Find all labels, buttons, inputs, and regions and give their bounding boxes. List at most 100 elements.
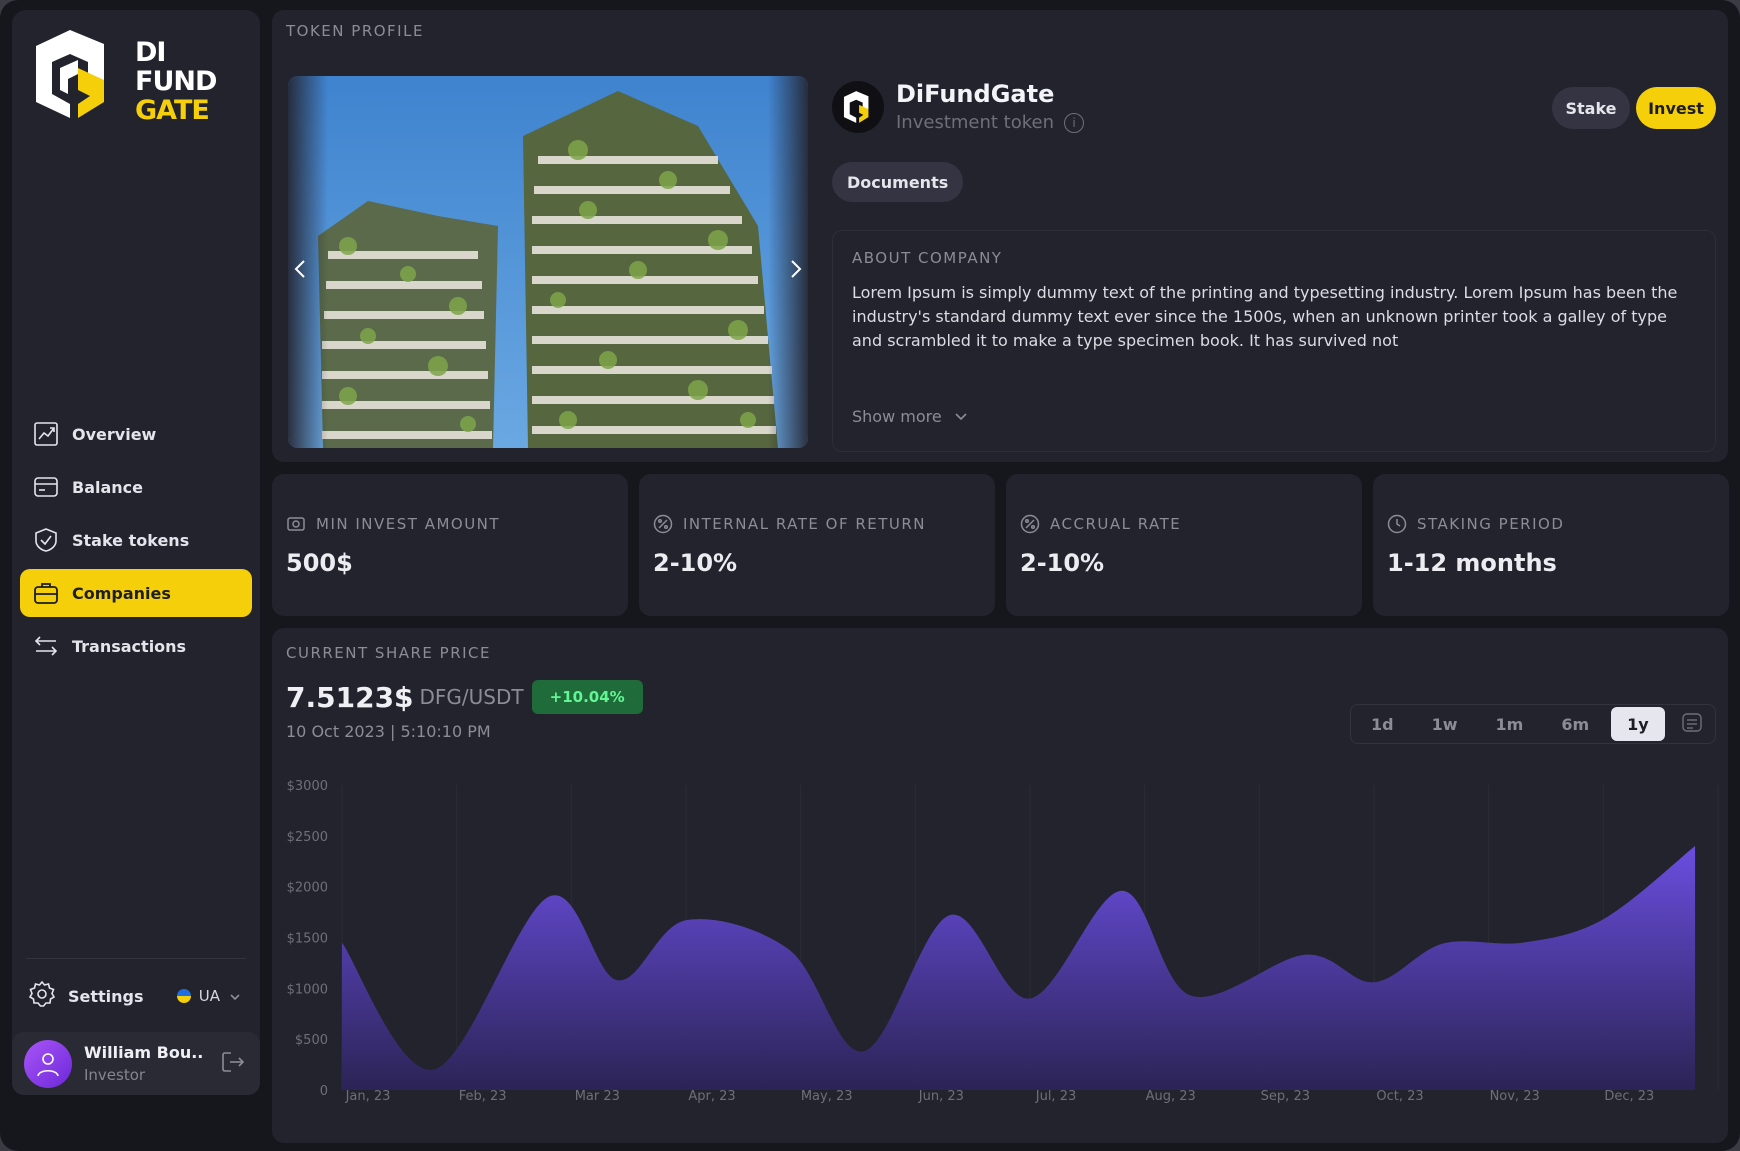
stat-label-row: STAKING PERIOD <box>1387 514 1564 534</box>
stat-label-row: ACCRUAL RATE <box>1020 514 1181 534</box>
price-area-series <box>342 846 1696 1090</box>
x-tick-label: Mar 23 <box>575 1089 620 1104</box>
company-photo <box>288 76 808 448</box>
section-label: TOKEN PROFILE <box>286 22 424 40</box>
settings-row: Settings UA <box>28 976 248 1016</box>
y-tick-label: $1500 <box>287 932 328 947</box>
token-logo <box>832 80 884 133</box>
about-company-card: ABOUT COMPANY Lorem Ipsum is simply dumm… <box>832 230 1716 452</box>
logout-icon[interactable] <box>220 1049 246 1079</box>
token-subtitle-row: Investment token i <box>896 112 1085 133</box>
token-subtitle: Investment token <box>896 112 1055 133</box>
x-tick-label: Sep, 23 <box>1261 1089 1310 1104</box>
ukraine-flag-icon <box>176 989 191 1003</box>
stat-value: 1-12 months <box>1387 549 1557 577</box>
documents-button[interactable]: Documents <box>832 162 964 202</box>
sidebar-divider <box>26 958 246 959</box>
chevron-down-icon <box>230 987 240 1005</box>
stat-card-irr: INTERNAL RATE OF RETURN 2-10% <box>639 474 995 616</box>
sidebar-item-overview[interactable]: Overview <box>20 410 252 458</box>
sidebar-item-transactions[interactable]: Transactions <box>20 622 252 670</box>
y-tick-label: 0 <box>320 1084 328 1099</box>
calendar-icon[interactable] <box>1681 711 1703 737</box>
range-1y-button[interactable]: 1y <box>1611 707 1665 741</box>
user-name: William Bou.. <box>84 1043 204 1062</box>
price-timestamp: 10 Oct 2023 | 5:10:10 PM <box>286 722 491 741</box>
stat-card-staking-period: STAKING PERIOD 1-12 months <box>1373 474 1729 616</box>
y-tick-label: $2000 <box>287 881 328 896</box>
range-1w-button[interactable]: 1w <box>1416 707 1474 741</box>
token-profile-panel: TOKEN PROFILE DiFundGate Investment toke… <box>272 10 1728 462</box>
logo-line-3: GATE <box>135 95 210 126</box>
stake-button[interactable]: Stake <box>1552 87 1630 129</box>
shield-check-icon <box>32 526 60 554</box>
y-tick-label: $1000 <box>287 982 328 997</box>
y-tick-label: $3000 <box>287 779 328 794</box>
stat-value: 500$ <box>286 549 353 577</box>
language-selector[interactable]: UA <box>176 987 240 1005</box>
sidebar-item-balance[interactable]: Balance <box>20 463 252 511</box>
briefcase-icon <box>32 579 60 607</box>
x-tick-label: Jul, 23 <box>1035 1089 1077 1104</box>
x-tick-label: Aug, 23 <box>1146 1089 1196 1104</box>
chevron-down-icon <box>955 412 967 420</box>
brand-logo[interactable]: DI FUND GATE <box>30 24 220 134</box>
language-code: UA <box>198 987 220 1005</box>
sidebar-item-label: Stake tokens <box>72 530 190 550</box>
sidebar-item-stake-tokens[interactable]: Stake tokens <box>20 516 252 564</box>
percent-icon <box>653 514 673 534</box>
user-info: William Bou.. Investor <box>84 1043 220 1084</box>
token-titles: DiFundGate Investment token i <box>896 80 1085 133</box>
avatar[interactable] <box>24 1039 72 1088</box>
price-change-badge: +10.04% <box>531 680 643 714</box>
logo-line-1: DI <box>135 37 166 68</box>
section-label: CURRENT SHARE PRICE <box>286 644 491 662</box>
user-role: Investor <box>84 1066 146 1084</box>
show-more-label: Show more <box>852 407 942 426</box>
stat-label-row: INTERNAL RATE OF RETURN <box>653 514 926 534</box>
sidebar: DI FUND GATE Overview Balance Stake toke… <box>12 10 260 1095</box>
show-more-button[interactable]: Show more <box>852 407 968 426</box>
share-price-panel: $3000 $2500 $2000 $1500 $1000 $500 0 Jan, 23 Fe… <box>272 628 1728 1143</box>
price-pair: DFG/USDT <box>419 685 524 709</box>
percent-icon <box>1020 514 1040 534</box>
user-icon <box>37 1052 59 1076</box>
sidebar-nav: Overview Balance Stake tokens Companies <box>20 410 252 675</box>
logo-wordmark: DI FUND GATE <box>135 37 217 126</box>
x-tick-label: Oct, 23 <box>1376 1089 1423 1104</box>
y-tick-label: $500 <box>295 1033 328 1048</box>
swap-arrows-icon <box>32 632 60 660</box>
token-header: DiFundGate Investment token i <box>832 80 1085 133</box>
user-card[interactable]: William Bou.. Investor <box>12 1032 260 1095</box>
x-tick-label: Nov, 23 <box>1490 1089 1540 1104</box>
stat-label: ACCRUAL RATE <box>1050 515 1182 533</box>
time-range-selector: 1d 1w 1m 6m 1y <box>1350 704 1716 744</box>
price-value: 7.5123$ <box>286 680 414 714</box>
settings-link[interactable]: Settings <box>68 987 177 1006</box>
sidebar-item-label: Overview <box>72 424 157 444</box>
x-tick-label: Jan, 23 <box>345 1089 391 1104</box>
wallet-icon <box>32 473 60 501</box>
range-6m-button[interactable]: 6m <box>1545 707 1605 741</box>
clock-icon <box>1387 514 1407 534</box>
chart-line-icon <box>32 420 60 448</box>
token-logo-icon <box>843 90 869 123</box>
sidebar-item-companies[interactable]: Companies <box>20 569 252 617</box>
gear-icon[interactable] <box>28 980 56 1012</box>
x-tick-label: May, 23 <box>801 1089 853 1104</box>
info-icon[interactable]: i <box>1064 112 1085 133</box>
stat-card-min-invest: MIN INVEST AMOUNT 500$ <box>272 474 628 616</box>
about-text: Lorem Ipsum is simply dummy text of the … <box>852 283 1678 350</box>
coins-icon <box>287 517 305 531</box>
price-row: 7.5123$ DFG/USDT +10.04% <box>286 680 643 714</box>
stat-label: INTERNAL RATE OF RETURN <box>683 515 927 533</box>
stat-label-row: MIN INVEST AMOUNT <box>286 514 500 534</box>
carousel-next-icon[interactable] <box>782 256 808 282</box>
range-1m-button[interactable]: 1m <box>1480 707 1540 741</box>
invest-button[interactable]: Invest <box>1636 87 1716 129</box>
range-1d-button[interactable]: 1d <box>1355 707 1410 741</box>
stat-value: 2-10% <box>653 549 738 577</box>
carousel-prev-icon[interactable] <box>288 256 314 282</box>
token-name: DiFundGate <box>896 80 1055 108</box>
x-tick-label: Apr, 23 <box>688 1089 735 1104</box>
